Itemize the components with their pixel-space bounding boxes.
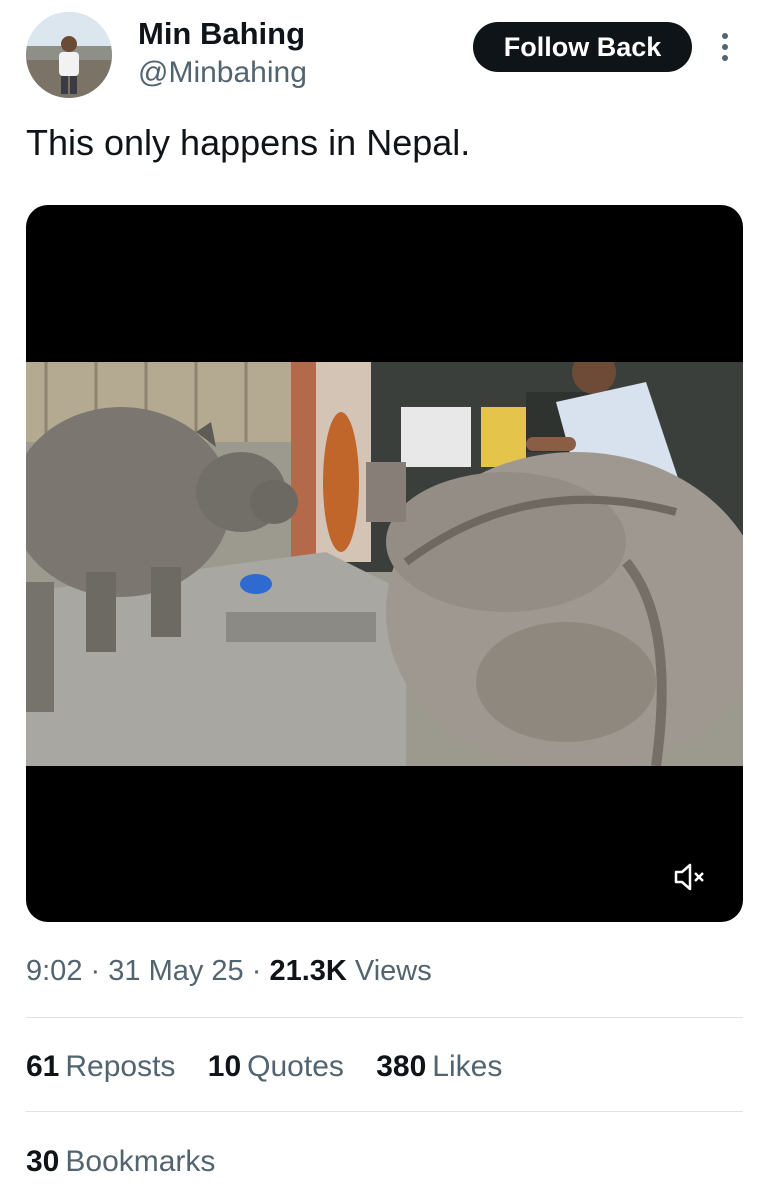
views-count: 21.3K bbox=[269, 955, 347, 987]
video-player[interactable] bbox=[26, 205, 743, 922]
follow-back-button[interactable]: Follow Back bbox=[473, 22, 692, 72]
engagement-stats: 61 Reposts 10 Quotes 380 Likes bbox=[26, 1045, 526, 1089]
bookmarks-count: 30 bbox=[26, 1145, 60, 1178]
meta-separator: · bbox=[251, 955, 262, 987]
rhinoceros-video-frame bbox=[26, 362, 743, 766]
tweet-date[interactable]: 31 May 25 bbox=[108, 955, 243, 987]
tweet-meta: 9:02 · 31 May 25 · 21.3K Views bbox=[26, 950, 432, 992]
tweet-time[interactable]: 9:02 bbox=[26, 955, 82, 987]
divider bbox=[26, 1017, 743, 1018]
meta-separator: · bbox=[90, 955, 101, 987]
likes-stat[interactable]: 380 Likes bbox=[376, 1045, 502, 1089]
reposts-count: 61 bbox=[26, 1050, 60, 1083]
likes-label: Likes bbox=[432, 1050, 503, 1083]
reposts-stat[interactable]: 61 Reposts bbox=[26, 1045, 175, 1089]
tweet-text: This only happens in Nepal. bbox=[26, 122, 471, 163]
views-label: Views bbox=[354, 955, 432, 987]
more-vertical-icon[interactable] bbox=[715, 28, 735, 68]
bookmarks-label: Bookmarks bbox=[65, 1145, 216, 1178]
volume-muted-icon[interactable] bbox=[672, 860, 706, 894]
reposts-label: Reposts bbox=[65, 1050, 176, 1083]
profile-photo bbox=[26, 12, 112, 98]
bookmarks-stat[interactable]: 30 Bookmarks bbox=[26, 1140, 215, 1184]
quotes-stat[interactable]: 10 Quotes bbox=[208, 1045, 344, 1089]
author-name[interactable]: Min Bahing bbox=[138, 14, 305, 54]
divider bbox=[26, 1111, 743, 1112]
author-handle[interactable]: @Minbahing bbox=[138, 54, 307, 92]
bookmarks-row: 30 Bookmarks bbox=[26, 1140, 239, 1184]
quotes-label: Quotes bbox=[247, 1050, 344, 1083]
quotes-count: 10 bbox=[207, 1050, 242, 1083]
avatar[interactable] bbox=[26, 12, 112, 98]
likes-count: 380 bbox=[376, 1050, 427, 1083]
